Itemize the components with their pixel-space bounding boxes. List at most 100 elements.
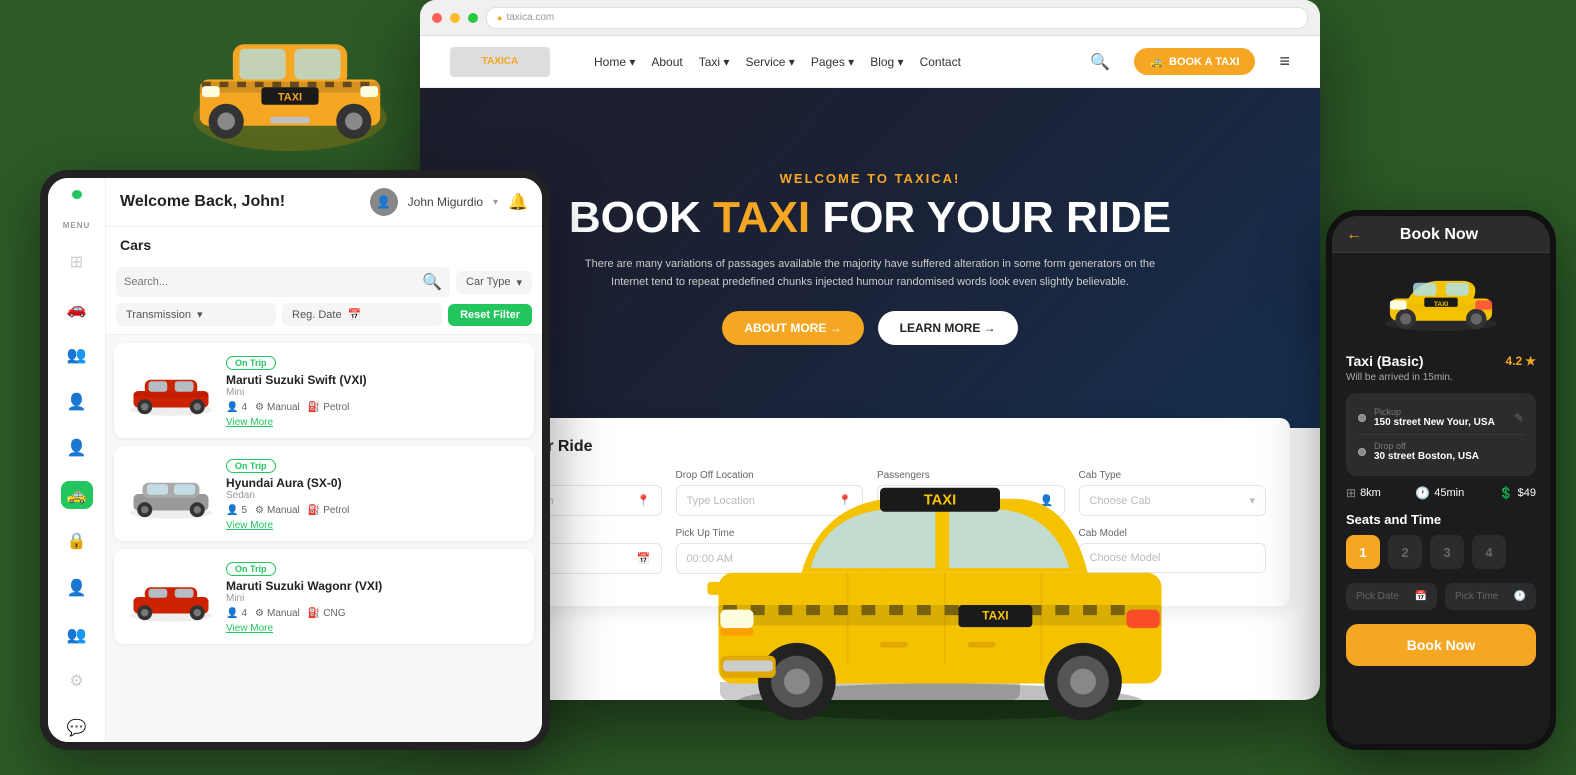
sidebar-user3-icon[interactable]: 👤 [61,574,93,603]
dropoff-address: 30 street Boston, USA [1374,451,1479,462]
phone-content: Taxi (Basic) 4.2 ★ Will be arrived in 15… [1332,343,1550,676]
transmission-dropdown[interactable]: Transmission ▾ [116,303,276,326]
view-more-1[interactable]: View More [226,417,522,428]
phone-header: ← Book Now [1332,216,1550,253]
svg-text:TAXI: TAXI [924,492,957,508]
back-button[interactable]: ← [1346,226,1362,244]
car-transmission-3: ⚙ Manual [255,608,300,619]
seat-4-button[interactable]: 4 [1472,535,1506,569]
search-input[interactable] [124,276,416,288]
car-transmission-2: ⚙ Manual [255,505,300,516]
star-icon: ★ [1525,354,1536,368]
car-type-3: Mini [226,593,522,604]
phone-book-now-button[interactable]: Book Now [1346,624,1536,666]
about-more-button[interactable]: ABOUT MORE → [722,311,863,345]
clock-icon: 🕐 [1415,486,1430,500]
hero-title-part2: FOR YOUR RIDE [810,193,1171,242]
nav-about[interactable]: About [651,55,682,69]
nav-taxi[interactable]: Taxi ▾ [699,55,730,69]
car-image-3 [126,567,216,627]
pick-time-label: Pick Time [1455,591,1498,602]
distance-stat: ⊞ 8km [1346,486,1381,500]
sidebar-group-icon[interactable]: 👥 [61,620,93,649]
address-bar[interactable]: ● taxica.com [486,7,1308,29]
user-dropdown-icon[interactable]: ▾ [493,197,498,208]
pick-time-field[interactable]: Pick Time 🕐 [1445,583,1536,610]
tablet-header: Welcome Back, John! 👤 John Migurdio ▾ 🔔 [106,178,542,227]
dropoff-dot [1358,448,1366,456]
car-info-3: On Trip Maruti Suzuki Wagonr (VXI) Mini … [226,559,522,634]
sidebar-chat-icon[interactable]: 💬 [61,713,93,742]
sidebar-lock-icon[interactable]: 🔒 [61,527,93,556]
pick-date-label: Pick Date [1356,591,1399,602]
seat-1-button[interactable]: 1 [1346,535,1380,569]
cars-section-title: Cars [106,227,542,259]
nav-service[interactable]: Service ▾ [745,55,794,69]
website-nav: TAXICA Home ▾ About Taxi ▾ Service ▾ Pag… [420,36,1320,88]
seat-3-button[interactable]: 3 [1430,535,1464,569]
nav-pages[interactable]: Pages ▾ [811,55,854,69]
nav-contact[interactable]: Contact [920,55,961,69]
car-card-1: On Trip Maruti Suzuki Swift (VXI) Mini 👤… [114,343,534,438]
pickup-row: Pickup 150 street New Your, USA ✎ [1358,403,1524,432]
pickup-label: Pickup [1374,407,1495,417]
dropoff-row: Drop off 30 street Boston, USA [1358,437,1524,466]
pick-date-calendar-icon: 📅 [1415,591,1427,602]
hero-buttons: ABOUT MORE → LEARN MORE → [569,311,1171,345]
seats-title: Seats and Time [1346,512,1536,527]
tablet-main-content: Welcome Back, John! 👤 John Migurdio ▾ 🔔 … [106,178,542,742]
maximize-dot [468,13,478,23]
pick-time-clock-icon: 🕐 [1514,591,1526,602]
online-indicator [72,190,82,199]
reg-date-filter[interactable]: Reg. Date 📅 [282,303,442,326]
nav-home[interactable]: Home ▾ [594,55,635,69]
phone-car-name: Taxi (Basic) 4.2 ★ [1346,353,1536,369]
minimize-dot [450,13,460,23]
view-more-2[interactable]: View More [226,520,522,531]
phone-title: Book Now [1400,226,1478,244]
search-icon: 🔍 [422,272,442,292]
hero-content: WELCOME TO TAXICA! BOOK TAXI FOR YOUR RI… [569,171,1171,346]
user-name: John Migurdio [408,195,483,209]
view-more-3[interactable]: View More [226,623,522,634]
date-calendar-icon: 📅 [637,552,651,565]
date-time-row: Pick Date 📅 Pick Time 🕐 [1346,583,1536,610]
sidebar-grid-icon[interactable]: ⊞ [61,248,93,277]
car-status-3: On Trip [226,562,276,576]
sidebar-users-icon[interactable]: 👥 [61,341,93,370]
nav-links: Home ▾ About Taxi ▾ Service ▾ Pages ▾ Bl… [594,55,1066,69]
car-fuel-3: ⛽ CNG [308,608,346,619]
car-card-2: On Trip Hyundai Aura (SX-0) Sedan 👤 5 ⚙ … [114,446,534,541]
reset-filter-button[interactable]: Reset Filter [448,304,532,326]
nav-blog[interactable]: Blog ▾ [870,55,903,69]
book-taxi-button[interactable]: 🚕 BOOK A TAXI [1134,48,1255,75]
edit-pickup-icon[interactable]: ✎ [1514,411,1524,425]
svg-text:TAXI: TAXI [278,91,302,103]
nav-search-icon[interactable]: 🔍 [1090,52,1110,72]
car-type-dropdown[interactable]: Car Type ▾ [456,271,532,294]
sidebar-person2-icon[interactable]: 👤 [61,434,93,463]
hamburger-menu-icon[interactable]: ≡ [1279,51,1290,72]
user-avatar: 👤 [370,188,398,216]
car-list: On Trip Maruti Suzuki Swift (VXI) Mini 👤… [106,335,542,742]
pickup-dot [1358,414,1366,422]
seat-2-button[interactable]: 2 [1388,535,1422,569]
dollar-icon: 💲 [1499,486,1514,500]
hero-title-part1: BOOK [569,193,713,242]
sidebar-person-icon[interactable]: 👤 [61,388,93,417]
car-type-label: Car Type [466,276,510,288]
sidebar-car-icon[interactable]: 🚗 [61,294,93,323]
sidebar-active-icon[interactable]: 🚕 [61,481,93,510]
location-pin-icon: 📍 [637,494,651,507]
search-field[interactable]: 🔍 [116,267,450,297]
pick-date-field[interactable]: Pick Date 📅 [1346,583,1437,610]
learn-more-button[interactable]: LEARN MORE → [878,311,1018,345]
browser-bar: ● taxica.com [420,0,1320,36]
sidebar-settings-icon[interactable]: ⚙ [61,667,93,696]
notification-bell-icon[interactable]: 🔔 [508,192,528,212]
close-dot [432,13,442,23]
car-name-1: Maruti Suzuki Swift (VXI) [226,373,522,387]
seat-options: 1 2 3 4 [1346,535,1536,569]
pickup-address: 150 street New Your, USA [1374,417,1495,428]
car-transmission-1: ⚙ Manual [255,402,300,413]
